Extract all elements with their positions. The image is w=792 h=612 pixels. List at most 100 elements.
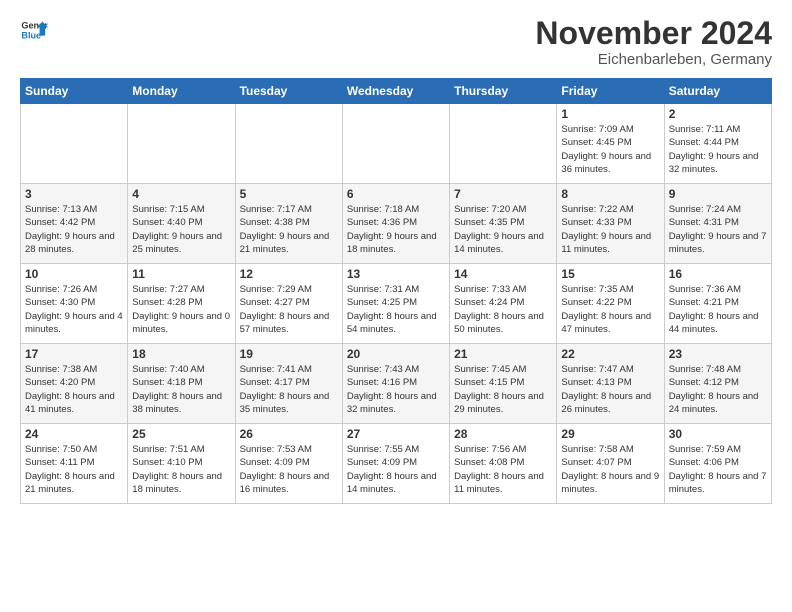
day-info: Sunrise: 7:53 AM Sunset: 4:09 PM Dayligh… bbox=[240, 443, 338, 496]
day-number: 6 bbox=[347, 187, 445, 201]
table-row: 15Sunrise: 7:35 AM Sunset: 4:22 PM Dayli… bbox=[557, 264, 664, 344]
col-thursday: Thursday bbox=[450, 79, 557, 104]
table-row: 26 Sunrise: 7:53 AM Sunset: 4:09 PM Dayli… bbox=[235, 424, 342, 504]
day-number: 22 bbox=[561, 347, 659, 361]
day-info: Sunrise: 7:15 AM Sunset: 4:40 PM Dayligh… bbox=[132, 203, 230, 256]
day-number: 9 bbox=[669, 187, 767, 201]
day-info: Sunrise: 7:55 AM Sunset: 4:09 PM Dayligh… bbox=[347, 443, 445, 496]
day-info: Sunrise: 7:58 AM Sunset: 4:07 PM Dayligh… bbox=[561, 443, 659, 496]
day-number: 30 bbox=[669, 427, 767, 441]
day-number: 13 bbox=[347, 267, 445, 281]
table-row: 22 Sunrise: 7:47 AM Sunset: 4:13 PM Dayli… bbox=[557, 344, 664, 424]
logo-icon: General Blue bbox=[20, 16, 48, 44]
table-row: 2 Sunrise: 7:11 AM Sunset: 4:44 PM Daylig… bbox=[664, 104, 771, 184]
day-info: Sunrise: 7:31 AM Sunset: 4:25 PM Dayligh… bbox=[347, 283, 445, 336]
day-number: 3 bbox=[25, 187, 123, 201]
day-info: Sunrise: 7:56 AM Sunset: 4:08 PM Dayligh… bbox=[454, 443, 552, 496]
day-number: 1 bbox=[561, 107, 659, 121]
table-row: 28Sunrise: 7:56 AM Sunset: 4:08 PM Dayli… bbox=[450, 424, 557, 504]
table-row: 16Sunrise: 7:36 AM Sunset: 4:21 PM Dayli… bbox=[664, 264, 771, 344]
col-saturday: Saturday bbox=[664, 79, 771, 104]
table-row: 9Sunrise: 7:24 AM Sunset: 4:31 PM Daylig… bbox=[664, 184, 771, 264]
day-info: Sunrise: 7:33 AM Sunset: 4:24 PM Dayligh… bbox=[454, 283, 552, 336]
day-info: Sunrise: 7:22 AM Sunset: 4:33 PM Dayligh… bbox=[561, 203, 659, 256]
day-number: 7 bbox=[454, 187, 552, 201]
day-info: Sunrise: 7:11 AM Sunset: 4:44 PM Dayligh… bbox=[669, 123, 767, 176]
day-info: Sunrise: 7:35 AM Sunset: 4:22 PM Dayligh… bbox=[561, 283, 659, 336]
col-friday: Friday bbox=[557, 79, 664, 104]
day-number: 8 bbox=[561, 187, 659, 201]
calendar-header-row: Sunday Monday Tuesday Wednesday Thursday… bbox=[21, 79, 772, 104]
day-number: 10 bbox=[25, 267, 123, 281]
day-info: Sunrise: 7:40 AM Sunset: 4:18 PM Dayligh… bbox=[132, 363, 230, 416]
day-info: Sunrise: 7:38 AM Sunset: 4:20 PM Dayligh… bbox=[25, 363, 123, 416]
month-title: November 2024 bbox=[535, 16, 772, 51]
logo: General Blue bbox=[20, 16, 48, 44]
day-number: 25 bbox=[132, 427, 230, 441]
table-row: 18 Sunrise: 7:40 AM Sunset: 4:18 PM Dayli… bbox=[128, 344, 235, 424]
calendar-table: Sunday Monday Tuesday Wednesday Thursday… bbox=[20, 78, 772, 504]
day-number: 2 bbox=[669, 107, 767, 121]
day-info: Sunrise: 7:41 AM Sunset: 4:17 PM Dayligh… bbox=[240, 363, 338, 416]
day-info: Sunrise: 7:48 AM Sunset: 4:12 PM Dayligh… bbox=[669, 363, 767, 416]
table-row bbox=[342, 104, 449, 184]
day-info: Sunrise: 7:20 AM Sunset: 4:35 PM Dayligh… bbox=[454, 203, 552, 256]
day-number: 18 bbox=[132, 347, 230, 361]
table-row bbox=[128, 104, 235, 184]
table-row: 8 Sunrise: 7:22 AM Sunset: 4:33 PM Daylig… bbox=[557, 184, 664, 264]
calendar-week-row: 3 Sunrise: 7:13 AM Sunset: 4:42 PM Daylig… bbox=[21, 184, 772, 264]
header: General Blue November 2024 Eichenbarlebe… bbox=[20, 16, 772, 68]
day-info: Sunrise: 7:43 AM Sunset: 4:16 PM Dayligh… bbox=[347, 363, 445, 416]
table-row: 13 Sunrise: 7:31 AM Sunset: 4:25 PM Dayli… bbox=[342, 264, 449, 344]
calendar-week-row: 24 Sunrise: 7:50 AM Sunset: 4:11 PM Dayli… bbox=[21, 424, 772, 504]
table-row: 7 Sunrise: 7:20 AM Sunset: 4:35 PM Daylig… bbox=[450, 184, 557, 264]
title-area: November 2024 Eichenbarleben, Germany bbox=[535, 16, 772, 68]
calendar-week-row: 17Sunrise: 7:38 AM Sunset: 4:20 PM Dayli… bbox=[21, 344, 772, 424]
table-row bbox=[21, 104, 128, 184]
day-number: 24 bbox=[25, 427, 123, 441]
table-row: 11 Sunrise: 7:27 AM Sunset: 4:28 PM Dayli… bbox=[128, 264, 235, 344]
day-info: Sunrise: 7:09 AM Sunset: 4:45 PM Dayligh… bbox=[561, 123, 659, 176]
table-row: 27 Sunrise: 7:55 AM Sunset: 4:09 PM Dayli… bbox=[342, 424, 449, 504]
col-tuesday: Tuesday bbox=[235, 79, 342, 104]
table-row: 29 Sunrise: 7:58 AM Sunset: 4:07 PM Dayli… bbox=[557, 424, 664, 504]
day-number: 5 bbox=[240, 187, 338, 201]
day-number: 21 bbox=[454, 347, 552, 361]
day-info: Sunrise: 7:45 AM Sunset: 4:15 PM Dayligh… bbox=[454, 363, 552, 416]
col-sunday: Sunday bbox=[21, 79, 128, 104]
table-row: 5 Sunrise: 7:17 AM Sunset: 4:38 PM Daylig… bbox=[235, 184, 342, 264]
day-info: Sunrise: 7:59 AM Sunset: 4:06 PM Dayligh… bbox=[669, 443, 767, 496]
day-number: 27 bbox=[347, 427, 445, 441]
table-row: 10 Sunrise: 7:26 AM Sunset: 4:30 PM Dayli… bbox=[21, 264, 128, 344]
day-info: Sunrise: 7:47 AM Sunset: 4:13 PM Dayligh… bbox=[561, 363, 659, 416]
table-row bbox=[450, 104, 557, 184]
day-info: Sunrise: 7:36 AM Sunset: 4:21 PM Dayligh… bbox=[669, 283, 767, 336]
day-number: 29 bbox=[561, 427, 659, 441]
day-info: Sunrise: 7:17 AM Sunset: 4:38 PM Dayligh… bbox=[240, 203, 338, 256]
table-row: 14 Sunrise: 7:33 AM Sunset: 4:24 PM Dayli… bbox=[450, 264, 557, 344]
day-number: 26 bbox=[240, 427, 338, 441]
day-number: 19 bbox=[240, 347, 338, 361]
day-info: Sunrise: 7:27 AM Sunset: 4:28 PM Dayligh… bbox=[132, 283, 230, 336]
table-row: 12Sunrise: 7:29 AM Sunset: 4:27 PM Dayli… bbox=[235, 264, 342, 344]
day-info: Sunrise: 7:29 AM Sunset: 4:27 PM Dayligh… bbox=[240, 283, 338, 336]
table-row: 24 Sunrise: 7:50 AM Sunset: 4:11 PM Dayli… bbox=[21, 424, 128, 504]
day-number: 4 bbox=[132, 187, 230, 201]
table-row: 4 Sunrise: 7:15 AM Sunset: 4:40 PM Daylig… bbox=[128, 184, 235, 264]
day-number: 20 bbox=[347, 347, 445, 361]
table-row: 25 Sunrise: 7:51 AM Sunset: 4:10 PM Dayli… bbox=[128, 424, 235, 504]
day-number: 23 bbox=[669, 347, 767, 361]
day-number: 14 bbox=[454, 267, 552, 281]
day-number: 11 bbox=[132, 267, 230, 281]
table-row: 21 Sunrise: 7:45 AM Sunset: 4:15 PM Dayli… bbox=[450, 344, 557, 424]
col-monday: Monday bbox=[128, 79, 235, 104]
table-row: 1 Sunrise: 7:09 AM Sunset: 4:45 PM Daylig… bbox=[557, 104, 664, 184]
svg-text:Blue: Blue bbox=[21, 30, 41, 40]
day-info: Sunrise: 7:13 AM Sunset: 4:42 PM Dayligh… bbox=[25, 203, 123, 256]
day-info: Sunrise: 7:50 AM Sunset: 4:11 PM Dayligh… bbox=[25, 443, 123, 496]
location: Eichenbarleben, Germany bbox=[535, 51, 772, 68]
table-row: 6Sunrise: 7:18 AM Sunset: 4:36 PM Daylig… bbox=[342, 184, 449, 264]
day-info: Sunrise: 7:26 AM Sunset: 4:30 PM Dayligh… bbox=[25, 283, 123, 336]
day-info: Sunrise: 7:51 AM Sunset: 4:10 PM Dayligh… bbox=[132, 443, 230, 496]
page: General Blue November 2024 Eichenbarlebe… bbox=[0, 0, 792, 514]
